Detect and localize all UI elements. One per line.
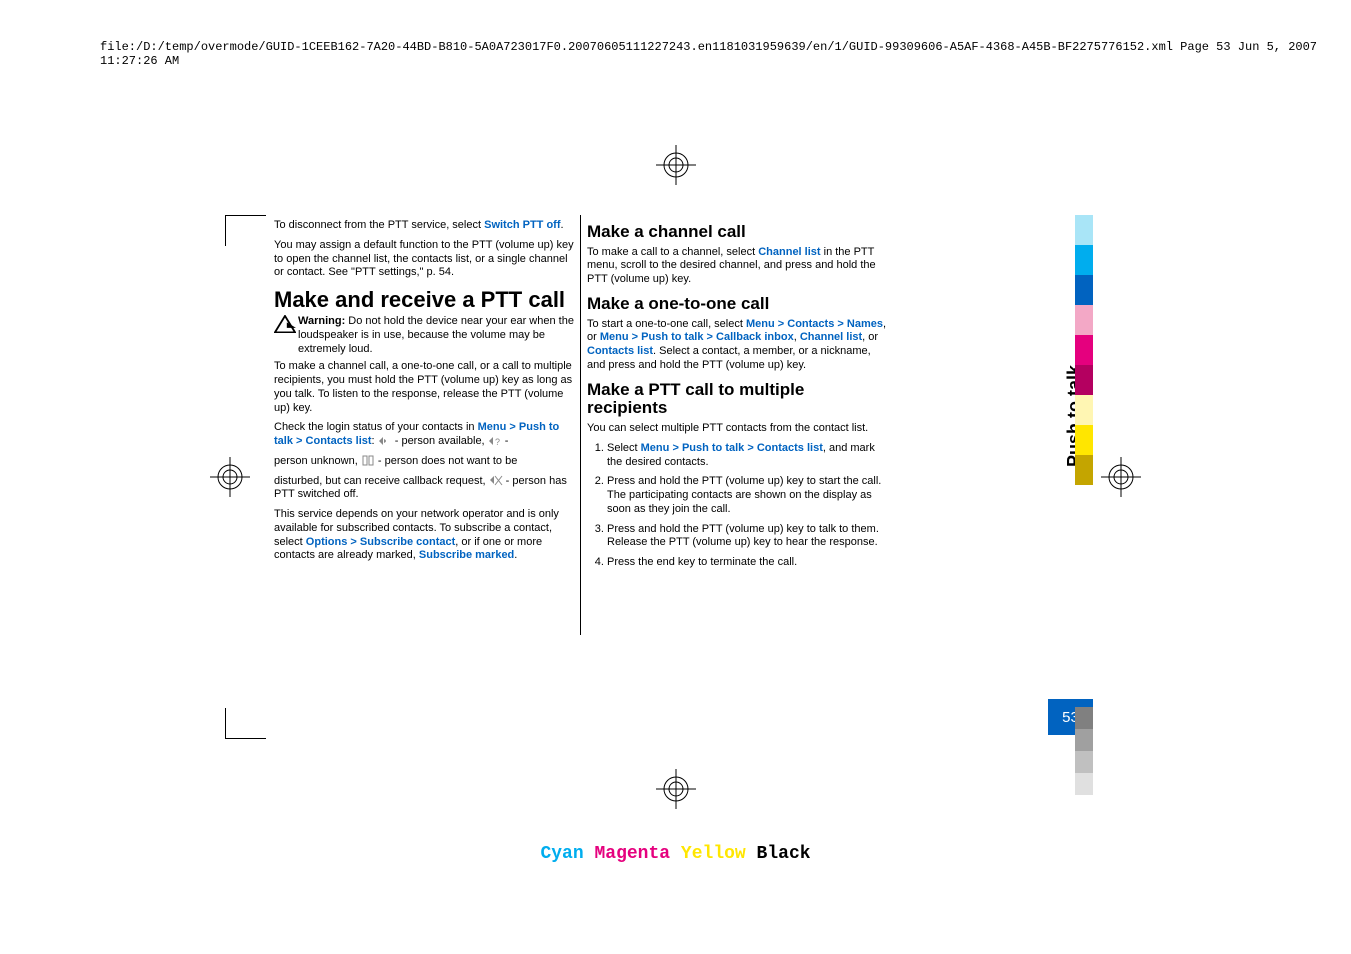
gray-bar [1075,751,1093,773]
color-bar [1075,215,1093,245]
color-bar [1075,275,1093,305]
right-column: Make a channel call To make a call to a … [581,215,893,635]
step-4: Press the end key to terminate the call. [607,556,887,570]
service-depends-text: This service depends on your network ope… [274,508,574,563]
disturbed-text: disturbed, but can receive callback requ… [274,475,574,503]
warning-block: Warning: Do not hold the device near you… [274,315,574,356]
channel-call-text: To make a channel call, a one-to-one cal… [274,360,574,415]
make-receive-heading: Make and receive a PTT call [274,288,574,311]
page-content: To disconnect from the PTT service, sele… [268,215,1088,745]
left-column: To disconnect from the PTT service, sele… [268,215,580,635]
color-bar [1075,245,1093,275]
cmyk-label: Cyan Magenta Yellow Black [540,844,810,864]
gray-bar [1075,707,1093,729]
multiple-recipients-heading: Make a PTT call to multiple recipients [587,381,887,418]
color-bars [1075,215,1093,485]
multiple-recipients-intro: You can select multiple PTT contacts fro… [587,422,887,436]
channel-call-body: To make a call to a channel, select Chan… [587,246,887,287]
color-bar [1075,455,1093,485]
color-bar [1075,425,1093,455]
file-path-header: file:/D:/temp/overmode/GUID-1CEEB162-7A2… [100,40,1351,68]
crop-mark-bl [225,708,266,739]
status-dnd-icon [361,455,375,466]
gray-bar [1075,773,1093,795]
registration-mark-top [656,145,696,185]
registration-mark-right [1101,457,1141,497]
color-bar [1075,395,1093,425]
status-available-icon [378,436,392,447]
color-bar [1075,335,1093,365]
status-unknown-icon: ? [488,436,502,447]
step-3: Press and hold the PTT (volume up) key t… [607,523,887,551]
step-1: Select Menu > Push to talk > Contacts li… [607,442,887,470]
color-bar [1075,305,1093,335]
person-unknown-text: person unknown, - person does not want t… [274,455,574,469]
disconnect-text: To disconnect from the PTT service, sele… [274,219,574,233]
color-bar [1075,365,1093,395]
crop-mark-tl [225,215,266,246]
gray-bars [1075,707,1093,795]
assign-default-text: You may assign a default function to the… [274,239,574,280]
step-2: Press and hold the PTT (volume up) key t… [607,475,887,516]
one-to-one-heading: Make a one-to-one call [587,295,887,314]
gray-bar [1075,729,1093,751]
warning-icon [274,315,296,333]
status-off-icon [489,475,503,486]
login-status-text: Check the login status of your contacts … [274,421,574,449]
one-to-one-body: To start a one-to-one call, select Menu … [587,318,887,373]
steps-list: Select Menu > Push to talk > Contacts li… [587,442,887,570]
channel-call-heading: Make a channel call [587,223,887,242]
registration-mark-bottom [656,769,696,809]
registration-mark-left [210,457,250,497]
svg-text:?: ? [495,437,500,447]
